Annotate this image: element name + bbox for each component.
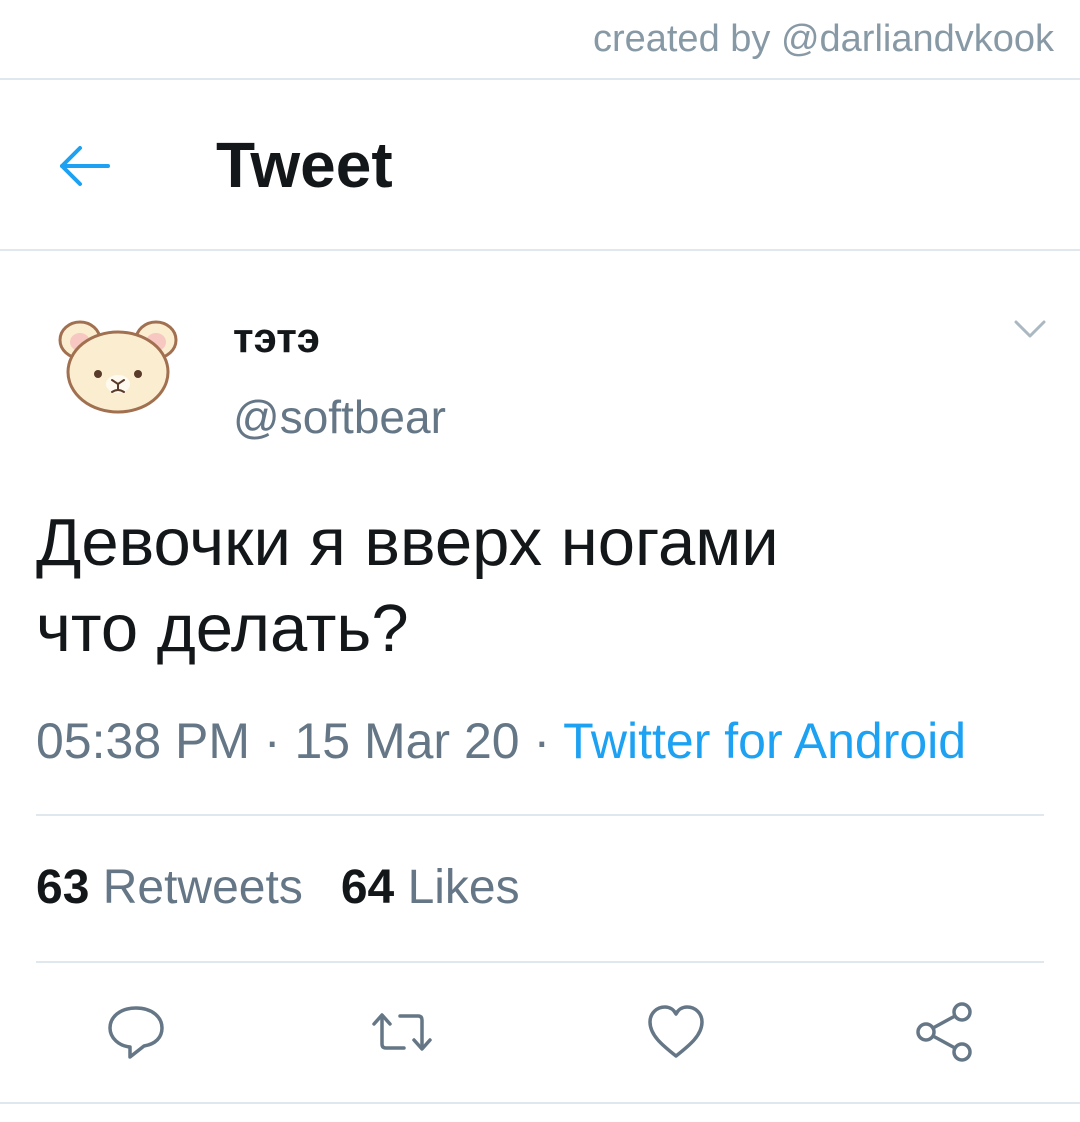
engagement-counts: 63 Retweets 64 Likes bbox=[36, 860, 520, 915]
user-handle[interactable]: @softbear bbox=[233, 390, 446, 444]
like-button[interactable] bbox=[644, 1000, 708, 1064]
page-title: Tweet bbox=[216, 129, 393, 201]
reply-button[interactable] bbox=[104, 1000, 168, 1064]
like-icon bbox=[648, 1005, 704, 1058]
tweet-text: Девочки я вверх ногами что делать? bbox=[36, 500, 1046, 672]
retweets-stat[interactable]: 63 Retweets bbox=[36, 861, 303, 914]
tweet-text-line-1: Девочки я вверх ногами bbox=[36, 505, 779, 580]
meta-separator: · bbox=[519, 713, 564, 769]
meta-separator: · bbox=[250, 713, 295, 769]
retweets-count: 63 bbox=[36, 861, 90, 914]
avatar[interactable] bbox=[52, 310, 182, 420]
credit-text: created by @darliandvkook bbox=[592, 18, 1054, 60]
bear-avatar-icon bbox=[58, 320, 178, 414]
more-options-button[interactable] bbox=[1010, 312, 1050, 348]
retweet-button[interactable] bbox=[370, 1000, 434, 1064]
likes-count: 64 bbox=[340, 861, 395, 914]
tweet-date: 15 Mar 20 bbox=[294, 713, 520, 769]
chevron-down-icon bbox=[1014, 320, 1046, 338]
header: Tweet bbox=[0, 80, 1080, 251]
divider bbox=[36, 814, 1044, 816]
likes-label: Likes bbox=[407, 861, 520, 914]
reply-icon bbox=[108, 1006, 164, 1059]
bottom-divider bbox=[0, 1102, 1080, 1104]
share-button[interactable] bbox=[912, 1000, 976, 1064]
tweet-meta: 05:38 PM · 15 Mar 20 · Twitter for Andro… bbox=[36, 712, 966, 770]
retweet-icon bbox=[372, 1013, 432, 1051]
share-icon bbox=[916, 1002, 972, 1062]
tweet-source-link[interactable]: Twitter for Android bbox=[563, 713, 966, 769]
divider bbox=[36, 961, 1044, 963]
arrow-left-icon bbox=[60, 146, 110, 186]
credit-bar: created by @darliandvkook bbox=[0, 0, 1080, 80]
display-name[interactable]: тэтэ bbox=[233, 314, 320, 362]
likes-stat[interactable]: 64 Likes bbox=[341, 861, 520, 914]
back-button[interactable] bbox=[50, 136, 120, 196]
retweets-label: Retweets bbox=[102, 861, 303, 914]
tweet-time: 05:38 PM bbox=[36, 713, 251, 769]
tweet-text-line-2: что делать? bbox=[36, 591, 409, 666]
